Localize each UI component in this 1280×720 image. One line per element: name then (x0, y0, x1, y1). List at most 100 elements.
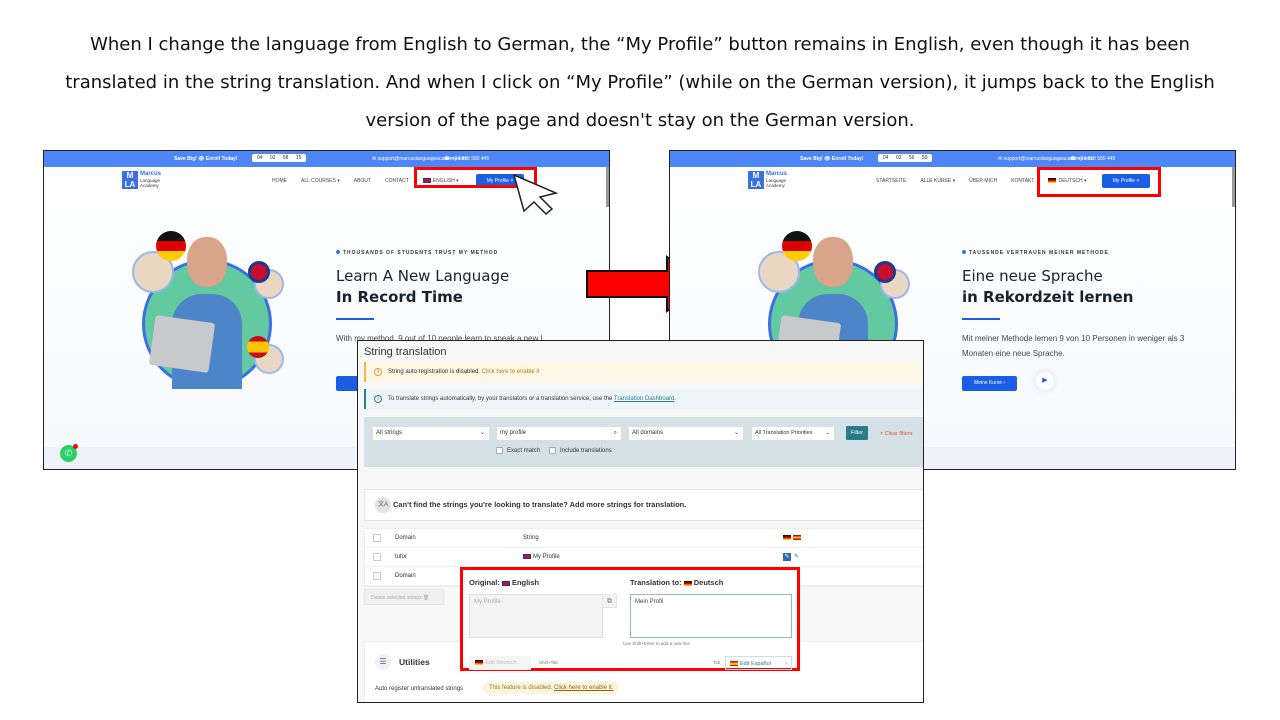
checkbox-label: Include translations (560, 447, 612, 454)
filter-bar: All strings ⌄ my profile ⌕ All domains ⌄ Al… (364, 417, 923, 467)
priorities-select[interactable]: All Translation Priorities ⌄ (751, 426, 835, 441)
nav-kontakt[interactable]: KONTAKT (1011, 178, 1034, 184)
table-row[interactable]: tutor My Profile ✎ ✎ (365, 548, 923, 567)
hero-image (132, 229, 284, 404)
newline-hint: Use Shift+Enter to add a new line. (623, 641, 692, 646)
banner-text: Can't find the strings you're looking to… (393, 500, 687, 509)
sliders-icon: ☰ (375, 654, 391, 670)
domains-select[interactable]: All domains ⌄ (628, 426, 744, 441)
info-icon: i (374, 368, 382, 376)
shortcut-hint: Tab (713, 660, 721, 665)
exact-match-checkbox[interactable]: Exact match (496, 447, 540, 454)
hero-heading: Learn A New Language In Record Time (336, 266, 509, 308)
logo-mark: M LA (122, 171, 138, 189)
checkbox-label: Exact match (507, 447, 541, 454)
chevron-down-icon: ⌄ (825, 430, 830, 436)
phone-link[interactable]: ☎ +34 618 580 445 (1070, 156, 1115, 162)
column-header: String (523, 535, 539, 541)
column-header: Domain (395, 535, 416, 541)
hero-heading: Eine neue Sprache in Rekordzeit lernen (962, 266, 1133, 308)
translation-editor: Original: English Translation to: Deutsc… (460, 567, 800, 671)
delete-selected-button[interactable]: Delete selected strings 🗑 (364, 589, 444, 605)
german-flag-icon (156, 231, 186, 261)
select-all-checkbox[interactable] (373, 534, 381, 542)
logo-line: Language (140, 177, 161, 183)
row-string: My Profile (533, 554, 560, 560)
highlight-box (1037, 167, 1161, 197)
mouse-cursor-icon (512, 173, 559, 215)
notice-text: To translate strings automatically, by y… (388, 396, 613, 402)
divider (962, 318, 1000, 320)
play-video-button[interactable]: ▶ (1036, 372, 1054, 390)
auto-register-label: Auto register untranslated strings (375, 686, 464, 692)
uk-flag-icon (248, 261, 270, 283)
add-more-strings-banner[interactable]: 文A Can't find the strings you're looking … (364, 489, 923, 521)
whatsapp-icon[interactable]: ✆ (60, 444, 78, 462)
promo-text: Save Big! 👁 Enroll Today! (800, 156, 864, 162)
nav-startseite[interactable]: STARTSEITE (876, 178, 906, 184)
dashboard-notice: i To translate strings automatically, by … (364, 389, 923, 409)
select-all-checkbox[interactable] (373, 572, 381, 580)
original-textarea: My Profile (469, 594, 603, 638)
hero-tagline: THOUSANDS OF STUDENTS TRUST MY METHOD (336, 250, 498, 256)
translation-label: Translation to: Deutsch (630, 578, 723, 587)
logo-line: Academy (140, 183, 159, 189)
scrollbar[interactable] (606, 167, 609, 207)
logo-name: Marcus (140, 171, 162, 178)
logo-line: Academy (766, 183, 785, 189)
caption-line: When I change the language from English … (90, 34, 1190, 55)
edit-german-icon[interactable]: ✎ (783, 553, 791, 561)
nav-about[interactable]: ABOUT (354, 178, 371, 184)
notice-text: This feature is disabled. (489, 685, 553, 691)
translation-dashboard-link[interactable]: Translation Dashboard (614, 396, 674, 402)
feature-disabled-notice: This feature is disabled. Click here to … (483, 682, 620, 694)
edit-deutsch-prev-button[interactable]: ‹ Edit Deutsch (469, 656, 531, 670)
nav-home[interactable]: HOME (272, 178, 287, 184)
uk-flag-icon (501, 580, 510, 586)
edit-espanol-next-button[interactable]: Edit Español › (725, 656, 792, 670)
row-domain: tutor (395, 554, 408, 560)
site-logo[interactable]: M LA Marcus Language Academy (122, 171, 161, 189)
search-input[interactable]: my profile ⌕ (496, 426, 622, 441)
chevron-down-icon: ⌄ (733, 430, 739, 436)
utilities-title: Utilities (399, 657, 430, 667)
shortcut-hint: Shift+Tab (539, 660, 558, 665)
nav-contact[interactable]: CONTACT (385, 178, 409, 184)
phone-link[interactable]: ☎ +34 618 580 445 (444, 156, 489, 162)
strings-select[interactable]: All strings ⌄ (372, 426, 490, 441)
spanish-flag-icon (730, 661, 738, 667)
site-logo[interactable]: M LA Marcus Language Academy (748, 171, 787, 189)
clear-filters-link[interactable]: × Clear filters (880, 431, 913, 437)
select-value: All domains (632, 430, 664, 436)
spanish-flag-icon (247, 336, 269, 358)
countdown-timer: 04 02 58 15 (252, 154, 307, 162)
page-title: String translation (364, 346, 447, 358)
german-flag-icon (475, 660, 484, 666)
copy-icon[interactable]: ⧉ (602, 594, 617, 608)
nav-ueber-mich[interactable]: ÜBER MICH (969, 178, 997, 184)
nav-all-courses[interactable]: ALL COURSES ▾ (301, 178, 340, 184)
uk-flag-icon (874, 261, 896, 283)
include-translations-checkbox[interactable]: Include translations (549, 447, 612, 454)
logo-name: Marcus (766, 171, 788, 178)
german-flag-icon (683, 580, 692, 586)
edit-spanish-icon[interactable]: ✎ (794, 554, 799, 560)
caption-line: version of the page and doesn't stay on … (365, 110, 915, 131)
enable-feature-link[interactable]: Click here to enable it. (554, 685, 613, 691)
row-checkbox[interactable] (373, 553, 381, 561)
nav-alle-kurse[interactable]: ALLE KURSE ▾ (920, 178, 955, 184)
heading-line-bold: In Record Time (336, 288, 463, 306)
select-value: All strings (376, 430, 403, 436)
filter-button[interactable]: Filter (846, 426, 868, 440)
meine-kurse-button[interactable]: Meine Kurse › (962, 376, 1017, 391)
translation-textarea[interactable]: Mein Profil (630, 594, 792, 638)
column-header: Domain (395, 573, 416, 579)
spanish-flag-icon (793, 534, 801, 540)
info-icon: i (374, 395, 382, 403)
translate-icon: 文A (375, 497, 391, 513)
search-icon: ⌕ (613, 430, 617, 436)
german-flag-icon (782, 231, 812, 261)
heading-line: Eine neue Sprache (962, 267, 1103, 285)
scrollbar[interactable] (1232, 167, 1235, 207)
enable-link[interactable]: Click here to enable it (482, 369, 540, 375)
